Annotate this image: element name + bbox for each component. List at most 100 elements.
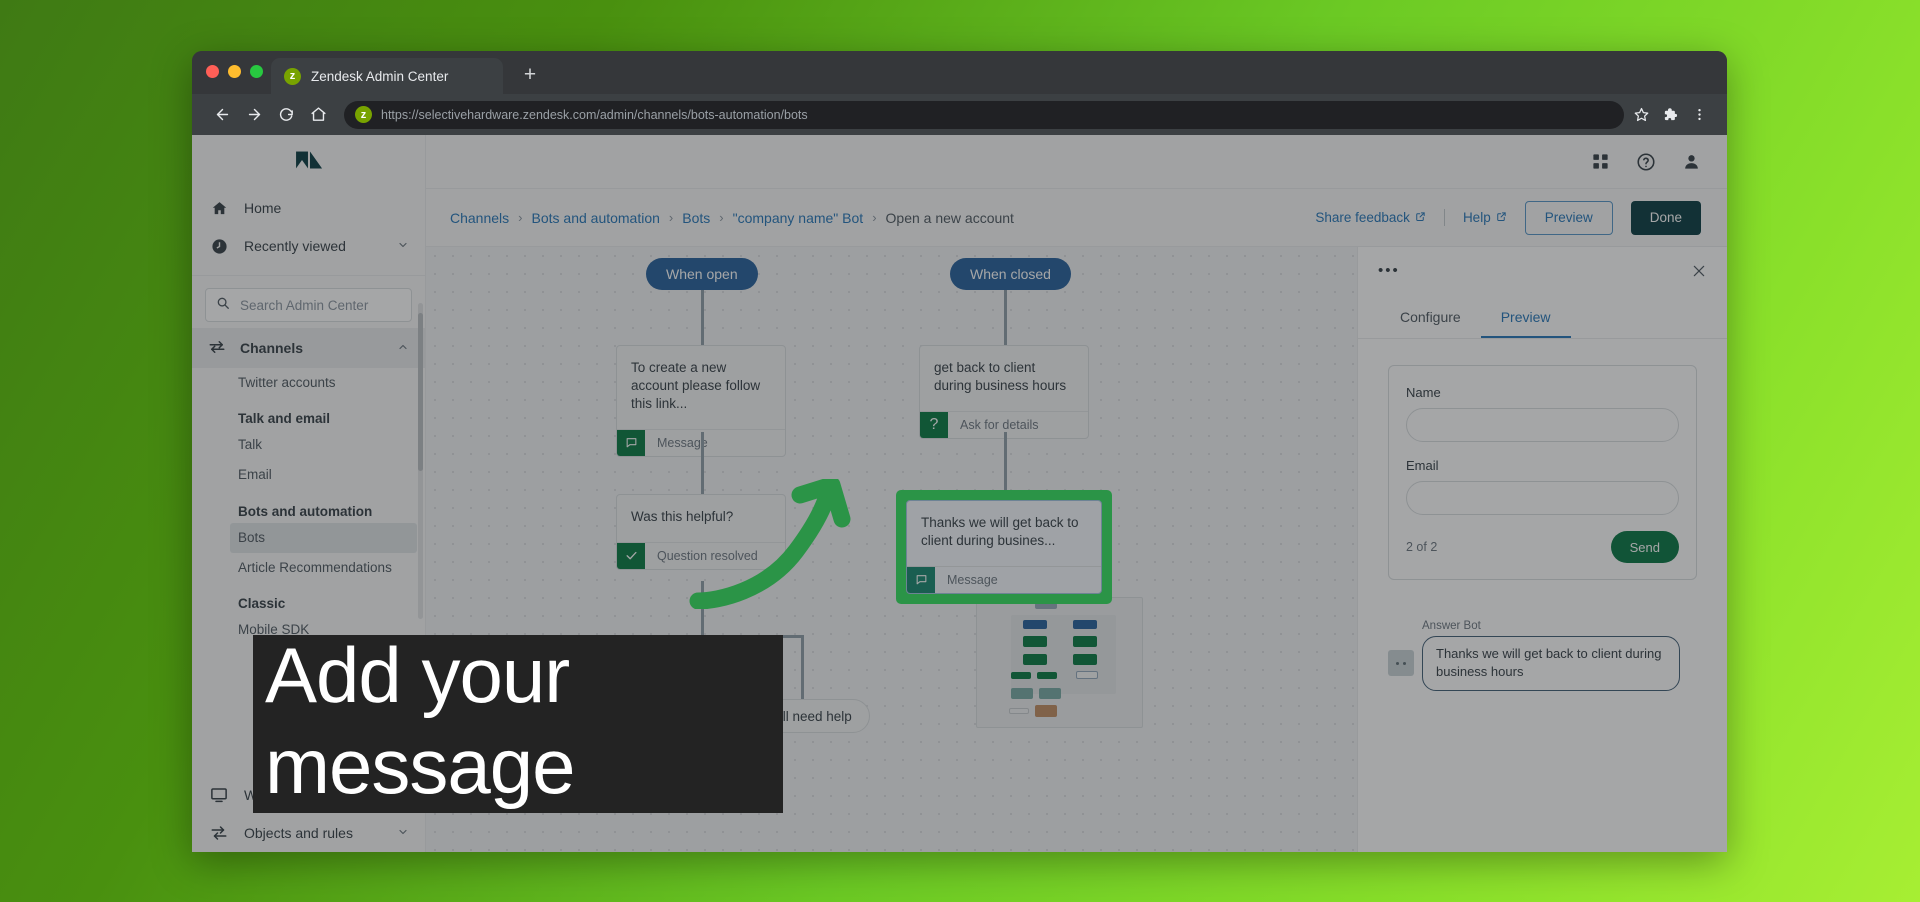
reload-icon[interactable] — [270, 99, 302, 131]
url-text: https://selectivehardware.zendesk.com/ad… — [381, 107, 808, 122]
connector-line — [1004, 290, 1007, 345]
home-icon[interactable] — [302, 99, 334, 131]
sidebar-primary-nav: Home Recently viewed — [192, 189, 425, 271]
tab-preview[interactable]: Preview — [1480, 295, 1571, 338]
minimap-node — [1009, 708, 1029, 714]
breadcrumb-separator: › — [719, 210, 724, 225]
caption-line-1: Add your — [265, 631, 570, 719]
form-footer: 2 of 2 Send — [1406, 531, 1679, 563]
search-input[interactable]: Search Admin Center — [205, 288, 412, 322]
sidebar-item-label: Home — [244, 200, 282, 216]
sidebar-item-label: Objects and rules — [244, 825, 353, 841]
sidebar-heading-talk-and-email: Talk and email — [238, 411, 331, 427]
site-favicon-icon: z — [355, 106, 372, 123]
flow-node-footer: Message — [907, 565, 1101, 593]
share-feedback-link[interactable]: Share feedback — [1315, 210, 1426, 225]
breadcrumb-item-current: Open a new account — [885, 209, 1014, 226]
send-button[interactable]: Send — [1610, 531, 1679, 563]
minimap-node — [1011, 672, 1031, 679]
clock-icon — [208, 238, 230, 255]
flow-node-type-label: Message — [657, 435, 708, 450]
tab-configure[interactable]: Configure — [1380, 295, 1481, 338]
header-divider — [1443, 209, 1445, 226]
home-icon — [208, 200, 230, 217]
external-link-icon — [1415, 210, 1426, 225]
browser-tabstrip: z Zendesk Admin Center + — [192, 51, 1727, 94]
email-field[interactable] — [1406, 481, 1679, 515]
flow-node-text: get back to client during business hours — [934, 360, 1067, 393]
flow-node-type-label: Ask for details — [960, 417, 1039, 432]
breadcrumb-separator: › — [518, 210, 523, 225]
breadcrumb-item-company-name-bot[interactable]: "company name" Bot — [733, 210, 864, 226]
breadcrumb-item-bots[interactable]: Bots — [682, 210, 710, 226]
minimap-node — [1011, 688, 1033, 699]
browser-menu-icon[interactable] — [1692, 107, 1707, 122]
breadcrumb-item-channels[interactable]: Channels — [450, 210, 509, 226]
help-circle-icon[interactable] — [1636, 152, 1656, 172]
help-link[interactable]: Help — [1463, 210, 1507, 225]
connector-line — [701, 290, 704, 345]
minimap-node — [1073, 636, 1097, 647]
message-icon — [907, 566, 935, 593]
flow-minimap[interactable] — [976, 586, 1143, 728]
sidebar-section-label: Channels — [240, 340, 304, 356]
sidebar-item-twitter-accounts[interactable]: Twitter accounts — [192, 368, 425, 398]
sidebar-item-email[interactable]: Email — [192, 460, 425, 490]
maximize-window-button[interactable] — [250, 65, 263, 78]
flow-node-text: To create a new account please follow th… — [631, 360, 761, 411]
annotation-arrow-icon — [689, 479, 851, 609]
share-feedback-label: Share feedback — [1315, 210, 1410, 225]
grid-apps-icon[interactable] — [1591, 152, 1610, 171]
sidebar-item-bots[interactable]: Bots — [230, 522, 417, 553]
bot-message-bubble: Thanks we will get back to client during… — [1422, 636, 1680, 691]
address-bar[interactable]: z https://selectivehardware.zendesk.com/… — [344, 100, 1624, 129]
back-icon[interactable] — [206, 99, 238, 131]
sidebar-item-recently-viewed[interactable]: Recently viewed — [192, 227, 425, 265]
branch-pill-when-closed[interactable]: When closed — [950, 258, 1071, 290]
breadcrumb-separator: › — [668, 210, 674, 225]
browser-tab[interactable]: z Zendesk Admin Center — [271, 58, 503, 94]
window-controls[interactable] — [206, 65, 263, 78]
sidebar-divider — [192, 275, 425, 276]
sidebar-item-channels[interactable]: Channels — [192, 328, 425, 368]
branch-pill-when-open[interactable]: When open — [646, 258, 758, 290]
preview-form-card: Name Email 2 of 2 Send — [1388, 365, 1697, 580]
zendesk-logo-icon[interactable] — [192, 135, 425, 189]
extensions-icon[interactable] — [1663, 107, 1678, 122]
close-icon[interactable] — [1691, 263, 1707, 279]
breadcrumb-item-bots-and-automation[interactable]: Bots and automation — [532, 210, 660, 226]
page-header: Channels › Bots and automation › Bots › … — [426, 189, 1727, 246]
flow-node-ask-for-details[interactable]: get back to client during business hours… — [919, 345, 1089, 439]
flow-node-type-label: Message — [947, 572, 998, 587]
search-placeholder: Search Admin Center — [240, 297, 369, 313]
sidebar-item-home[interactable]: Home — [192, 189, 425, 227]
sidebar-item-talk[interactable]: Talk — [192, 430, 425, 460]
minimap-node — [1035, 705, 1057, 717]
bookmark-star-icon[interactable] — [1634, 107, 1649, 122]
email-field-label: Email — [1406, 458, 1439, 473]
done-button[interactable]: Done — [1630, 200, 1701, 235]
minimap-node — [1023, 654, 1047, 665]
sidebar-item-objects-and-rules[interactable]: Objects and rules — [192, 814, 425, 852]
minimize-window-button[interactable] — [228, 65, 241, 78]
chevron-down-icon — [397, 238, 409, 254]
user-avatar-icon[interactable] — [1682, 152, 1701, 171]
external-link-icon — [1496, 210, 1507, 225]
zendesk-icon: z — [284, 67, 301, 85]
caption-line-2: message — [265, 722, 576, 811]
close-window-button[interactable] — [206, 65, 219, 78]
new-tab-button[interactable]: + — [518, 64, 542, 85]
flow-node-new-message[interactable]: Thanks we will get back to client during… — [906, 500, 1102, 594]
name-field[interactable] — [1406, 408, 1679, 442]
sidebar-scrollbar-thumb[interactable] — [418, 313, 423, 471]
more-horizontal-icon[interactable]: ••• — [1378, 263, 1400, 278]
chevron-down-icon — [397, 825, 409, 841]
chevron-up-icon — [397, 340, 409, 356]
minimap-node — [1076, 671, 1098, 679]
connector-line — [1004, 432, 1007, 494]
sidebar-item-article-recommendations[interactable]: Article Recommendations — [192, 553, 425, 583]
preview-button[interactable]: Preview — [1524, 200, 1613, 235]
forward-icon[interactable] — [238, 99, 270, 131]
side-panel: ••• Configure Preview Name Email 2 of 2 … — [1357, 246, 1727, 852]
message-icon — [617, 429, 645, 456]
